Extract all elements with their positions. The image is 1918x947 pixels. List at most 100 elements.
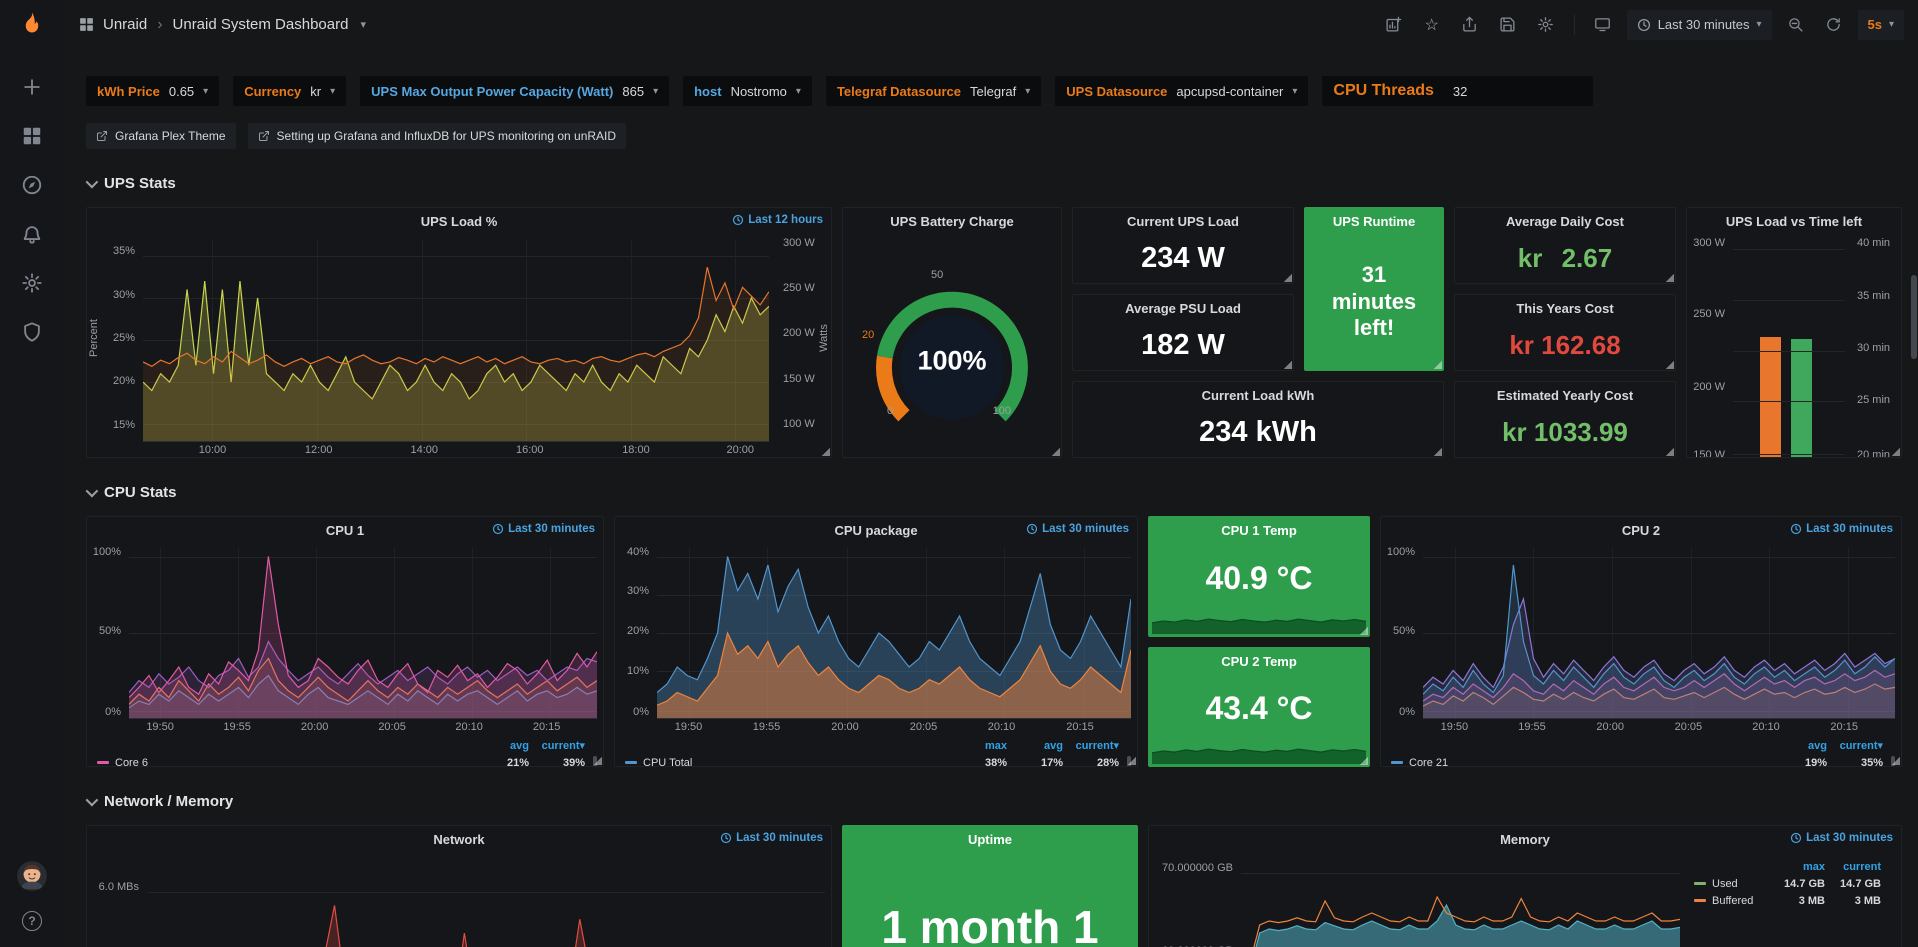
user-avatar[interactable] [17, 861, 47, 891]
legend-table[interactable]: avgcurrent▾Core 621%39%Core 722%33% [87, 736, 603, 767]
panel-title[interactable]: CPU 2 Temp [1149, 654, 1369, 669]
navbar-actions: ☆ Last 30 minutes ▾ 5s ▾ [1380, 10, 1904, 40]
ups-load-plot[interactable] [143, 239, 769, 442]
plus-icon[interactable] [21, 76, 43, 98]
panel-title[interactable]: Average Daily Cost [1455, 214, 1675, 229]
section-header-network-memory[interactable]: Network / Memory [86, 791, 1902, 811]
panel-estimated-yearly-cost: Estimated Yearly Cost kr 1033.99 [1454, 381, 1676, 458]
variable-telegraf-datasource[interactable]: Telegraf Datasource Telegraf ▾ [826, 76, 1041, 106]
dashboard-title[interactable]: Unraid System Dashboard [173, 16, 349, 33]
variable-host[interactable]: host Nostromo ▾ [683, 76, 812, 106]
variable-value: Telegraf [970, 84, 1016, 99]
configuration-gear-icon[interactable] [21, 272, 43, 294]
network-plot[interactable] [147, 857, 825, 947]
section-chevron-icon [86, 175, 99, 188]
share-button[interactable] [1456, 11, 1484, 39]
variable-label: CPU Threads [1333, 82, 1433, 100]
variable-label: kWh Price [97, 84, 160, 99]
star-button[interactable]: ☆ [1418, 11, 1446, 39]
page-scrollbar[interactable] [1909, 49, 1918, 947]
section-header-ups[interactable]: UPS Stats [86, 173, 1902, 193]
legend-table[interactable]: maxavgcurrent▾CPU Total38%17%28%User22%9… [615, 736, 1137, 767]
legend-scrollbar[interactable] [1891, 756, 1895, 767]
cpu1-plot[interactable] [129, 548, 597, 719]
refresh-button[interactable] [1820, 11, 1848, 39]
scrollbar-thumb[interactable] [1911, 275, 1917, 359]
panel-title[interactable]: Estimated Yearly Cost [1455, 388, 1675, 403]
panel-current-load-kwh: Current Load kWh 234 kWh [1072, 381, 1444, 458]
admin-shield-icon[interactable] [21, 321, 43, 343]
dashboard-icon [78, 16, 95, 33]
y-axis-left: Percent 35%30%25%20%15% [87, 234, 143, 442]
sidebar-menu [21, 76, 43, 343]
battery-gauge: 0 20 50 100 100% [867, 271, 1037, 421]
ups-load-chart [143, 239, 769, 441]
panel-title[interactable]: Average PSU Load [1073, 301, 1293, 316]
grafana-logo-icon[interactable] [0, 0, 64, 50]
sidebar-bottom: ? [17, 861, 47, 947]
external-link-icon [96, 130, 108, 142]
variable-label: Currency [244, 84, 301, 99]
panel-title[interactable]: CPU 1 Temp [1149, 523, 1369, 538]
panel-title[interactable]: Current Load kWh [1073, 388, 1443, 403]
breadcrumb-root[interactable]: Unraid [103, 16, 147, 33]
alerting-bell-icon[interactable] [21, 223, 43, 245]
panel-cpu-package: CPU package Last 30 minutes 40%30%20%10%… [614, 516, 1138, 767]
bar-watts [1760, 337, 1781, 458]
variable-currency[interactable]: Currency kr ▾ [233, 76, 346, 106]
panel-ups-runtime: UPS Runtime 31 minutes left! [1304, 207, 1444, 371]
cpu2-chart [1423, 548, 1895, 718]
stat-value: kr 2.67 [1518, 244, 1612, 273]
clock-icon [1637, 18, 1651, 32]
panel-time-badge: Last 30 minutes [492, 523, 595, 535]
cpu-package-plot[interactable] [657, 548, 1131, 719]
cpu-threads-input[interactable]: 32 [1443, 76, 1593, 106]
legend-scrollbar[interactable] [593, 756, 597, 767]
refresh-interval-button[interactable]: 5s ▾ [1858, 10, 1905, 40]
section-header-cpu[interactable]: CPU Stats [86, 482, 1902, 502]
add-panel-button[interactable] [1380, 11, 1408, 39]
variable-label: UPS Datasource [1066, 84, 1167, 99]
stat-value: kr 1033.99 [1502, 418, 1628, 447]
temp-sparkline [1152, 608, 1366, 634]
panel-cpu-2: CPU 2 Last 30 minutes 100%50%0% 19:5019:… [1380, 516, 1902, 767]
variable-ups-max-output[interactable]: UPS Max Output Power Capacity (Watt) 865… [360, 76, 669, 106]
panel-current-ups-load: Current UPS Load 234 W [1072, 207, 1294, 284]
title-caret-icon[interactable]: ▾ [360, 18, 366, 31]
y-axis-right: 40 min35 min30 min25 min20 min [1849, 234, 1901, 458]
clock-icon [1790, 523, 1802, 535]
settings-button[interactable] [1532, 11, 1560, 39]
panel-title[interactable]: UPS Runtime [1305, 214, 1443, 229]
stat-value: 31 minutes left! [1305, 262, 1443, 341]
zoom-out-button[interactable] [1782, 11, 1810, 39]
gauge-tick: 20 [862, 329, 874, 341]
refresh-interval-label: 5s [1868, 17, 1882, 32]
panel-this-years-cost: This Years Cost kr 162.68 [1454, 294, 1676, 371]
panel-title[interactable]: This Years Cost [1455, 301, 1675, 316]
panel-title[interactable]: UPS Battery Charge [843, 214, 1061, 229]
legend-table[interactable]: avgcurrent▾Core 2119%35%Core 2322%35% [1381, 736, 1901, 767]
help-icon[interactable]: ? [22, 911, 42, 931]
cpu2-plot[interactable] [1423, 548, 1895, 719]
panel-title[interactable]: Uptime [843, 832, 1137, 847]
save-button[interactable] [1494, 11, 1522, 39]
bar-time-left [1791, 339, 1812, 458]
panel-title[interactable]: Current UPS Load [1073, 214, 1293, 229]
legend-scrollbar[interactable] [1127, 756, 1131, 767]
panel-title[interactable]: UPS Load % [87, 214, 831, 229]
legend-table[interactable]: maxcurrentUsed14.7 GB14.7 GBBuffered3 MB… [1686, 852, 1901, 947]
panel-title[interactable]: Memory [1149, 832, 1901, 847]
link-grafana-plex-theme[interactable]: Grafana Plex Theme [86, 123, 236, 149]
time-picker-button[interactable]: Last 30 minutes ▾ [1627, 10, 1772, 40]
memory-plot[interactable] [1241, 857, 1680, 947]
gauge-tick: 50 [931, 269, 943, 281]
link-label: Grafana Plex Theme [115, 129, 226, 143]
dashboards-grid-icon[interactable] [21, 125, 43, 147]
panel-title[interactable]: UPS Load vs Time left [1687, 214, 1901, 229]
link-ups-monitoring-guide[interactable]: Setting up Grafana and InfluxDB for UPS … [248, 123, 627, 149]
gauge-tick: 100 [993, 405, 1011, 417]
explore-compass-icon[interactable] [21, 174, 43, 196]
variable-ups-datasource[interactable]: UPS Datasource apcupsd-container ▾ [1055, 76, 1308, 106]
variable-kwh-price[interactable]: kWh Price 0.65 ▾ [86, 76, 219, 106]
tv-mode-button[interactable] [1589, 11, 1617, 39]
